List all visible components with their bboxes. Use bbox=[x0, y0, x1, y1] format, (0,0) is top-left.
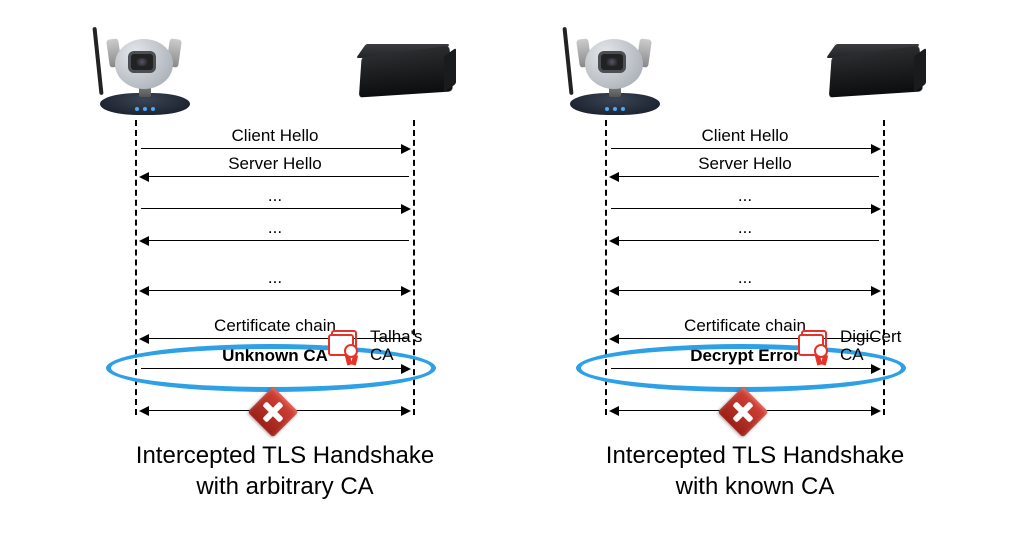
arrow-gap: ... bbox=[141, 290, 409, 291]
ca-name: DigiCert CA bbox=[840, 328, 901, 364]
camera-icon bbox=[560, 20, 670, 115]
caption: Intercepted TLS Handshake with arbitrary… bbox=[70, 440, 500, 502]
label-client-hello: Client Hello bbox=[141, 126, 409, 146]
ca-name: Talha's CA bbox=[370, 328, 422, 364]
arrow-client-hello: Client Hello bbox=[141, 148, 409, 149]
label-server-hello: Server Hello bbox=[611, 154, 879, 174]
server-icon bbox=[355, 50, 450, 95]
label-gap: ... bbox=[611, 268, 879, 288]
arrow-server-hello: Server Hello bbox=[141, 176, 409, 177]
arrow-gap: ... bbox=[141, 208, 409, 209]
label-gap: ... bbox=[611, 218, 879, 238]
arrow-gap: ... bbox=[141, 240, 409, 241]
camera-icon bbox=[90, 20, 200, 115]
label-gap: ... bbox=[141, 268, 409, 288]
arrow-client-hello: Client Hello bbox=[611, 148, 879, 149]
certificate-icon bbox=[328, 330, 364, 362]
server-icon bbox=[825, 50, 920, 95]
certificate-icon bbox=[798, 330, 834, 362]
ca-badge: Talha's CA bbox=[328, 328, 508, 364]
arrow-server-hello: Server Hello bbox=[611, 176, 879, 177]
ca-badge: DigiCert CA bbox=[798, 328, 978, 364]
caption: Intercepted TLS Handshake with known CA bbox=[540, 440, 970, 502]
label-client-hello: Client Hello bbox=[611, 126, 879, 146]
arrow-gap: ... bbox=[611, 240, 879, 241]
label-gap: ... bbox=[611, 186, 879, 206]
arrow-gap: ... bbox=[611, 290, 879, 291]
label-server-hello: Server Hello bbox=[141, 154, 409, 174]
label-gap: ... bbox=[141, 186, 409, 206]
label-gap: ... bbox=[141, 218, 409, 238]
arrow-gap: ... bbox=[611, 208, 879, 209]
